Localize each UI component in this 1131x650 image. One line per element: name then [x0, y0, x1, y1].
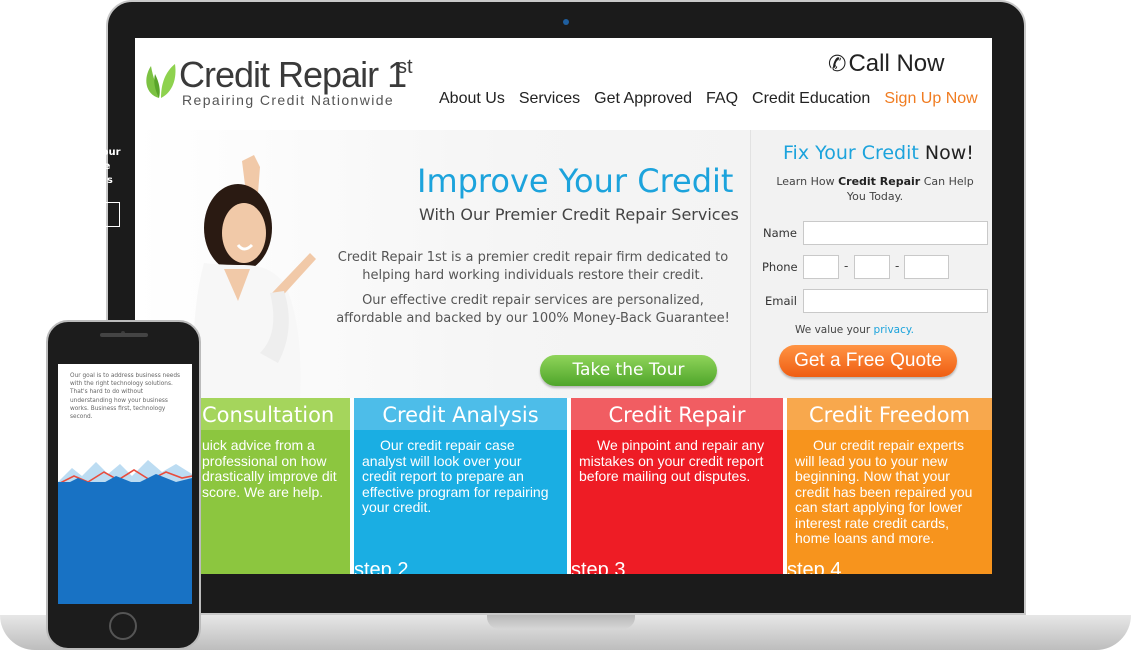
name-label: Name — [763, 226, 797, 240]
logo-text[interactable]: Credit Repair 1 — [179, 54, 407, 96]
feature-credit-repair: Credit Repair We pinpoint and repair any… — [571, 398, 783, 574]
phone-separator-1: - — [844, 259, 849, 273]
nav-services[interactable]: Services — [519, 90, 580, 108]
feature-title: Credit Analysis — [354, 398, 567, 430]
hero-subtitle: With Our Premier Credit Repair Services — [419, 205, 739, 224]
laptop-screen: Credit Repair 1 st Repairing Credit Nati… — [135, 38, 992, 574]
logo-tagline: Repairing Credit Nationwide — [182, 92, 395, 108]
hero-paragraph-1: Credit Repair 1st is a premier credit re… — [337, 250, 729, 283]
nav-get-approved[interactable]: Get Approved — [594, 90, 692, 108]
woman-pointing-image — [193, 155, 316, 403]
form-sub-pre: Learn How — [776, 175, 835, 188]
phone-area-field[interactable] — [803, 255, 839, 279]
leaf-logo-icon — [146, 64, 176, 98]
feature-step: step 4 — [787, 559, 842, 574]
get-free-quote-button[interactable]: Get a Free Quote — [779, 345, 957, 377]
feature-body: Our credit repair experts will lead you … — [795, 437, 973, 546]
privacy-link[interactable]: privacy. — [874, 324, 914, 336]
call-now-label: Call Now — [848, 50, 945, 77]
email-field[interactable] — [803, 289, 988, 313]
feature-body: We pinpoint and repair any mistakes on y… — [579, 437, 765, 484]
call-now[interactable]: ✆Call Now — [828, 50, 944, 78]
feature-body: uick advice from a professional on how d… — [202, 437, 337, 500]
phone-cta-section — [58, 482, 192, 604]
phone-line-field[interactable] — [904, 255, 949, 279]
phone-prefix-field[interactable] — [854, 255, 890, 279]
phone-speaker — [100, 333, 148, 337]
email-label: Email — [765, 294, 797, 308]
feature-step: step 2 — [354, 559, 409, 574]
phone-icon: ✆ — [828, 51, 847, 76]
name-field[interactable] — [803, 221, 988, 245]
hero-title: Improve Your Credit — [417, 162, 734, 200]
main-nav: About Us Services Get Approved FAQ Credi… — [439, 90, 978, 108]
phone-cta-text: Ready to take your business to the next … — [13, 147, 121, 200]
logo-superscript: st — [397, 56, 413, 78]
phone-intro-text: Our goal is to address business needs wi… — [70, 373, 181, 421]
feature-title: Consultation — [200, 398, 350, 430]
nav-about-us[interactable]: About Us — [439, 90, 505, 108]
take-the-tour-button[interactable]: Take the Tour — [540, 355, 717, 386]
phone-label: Phone — [762, 260, 798, 274]
hero-paragraph-2: Our effective credit repair services are… — [336, 293, 730, 326]
form-title: Fix Your Credit Now! — [783, 142, 974, 164]
feature-consultation: Consultation uick advice from a professi… — [200, 398, 350, 574]
privacy-note: We value your privacy. — [795, 324, 914, 336]
feature-title: Credit Freedom — [787, 398, 992, 430]
feature-body: Our credit repair case analyst will look… — [362, 437, 549, 515]
nav-faq[interactable]: FAQ — [706, 90, 738, 108]
form-sub-bold: Credit Repair — [838, 175, 921, 188]
feature-credit-freedom: Credit Freedom Our credit repair experts… — [787, 398, 992, 574]
nav-sign-up-now[interactable]: Sign Up Now — [884, 90, 977, 108]
feature-step: step 3 — [571, 559, 626, 574]
form-subtitle: Learn How Credit Repair Can Help You Tod… — [775, 174, 975, 204]
form-title-colored: Fix Your Credit — [783, 142, 919, 164]
device-mockup: Credit Repair 1 st Repairing Credit Nati… — [0, 0, 1131, 650]
privacy-pre: We value your — [795, 324, 871, 336]
nav-credit-education[interactable]: Credit Education — [752, 90, 870, 108]
schedule-consultation-button[interactable]: SCHEDULE A FREE CONSULTATION — [13, 202, 120, 227]
laptop-notch — [487, 615, 635, 629]
form-title-dark: Now! — [924, 142, 974, 164]
laptop-camera — [563, 19, 569, 25]
phone-separator-2: - — [895, 259, 900, 273]
feature-title: Credit Repair — [571, 398, 783, 430]
phone-screen: Our goal is to address business needs wi… — [58, 364, 192, 604]
feature-credit-analysis: Credit Analysis Our credit repair case a… — [354, 398, 567, 574]
phone-home-button[interactable] — [109, 612, 137, 640]
